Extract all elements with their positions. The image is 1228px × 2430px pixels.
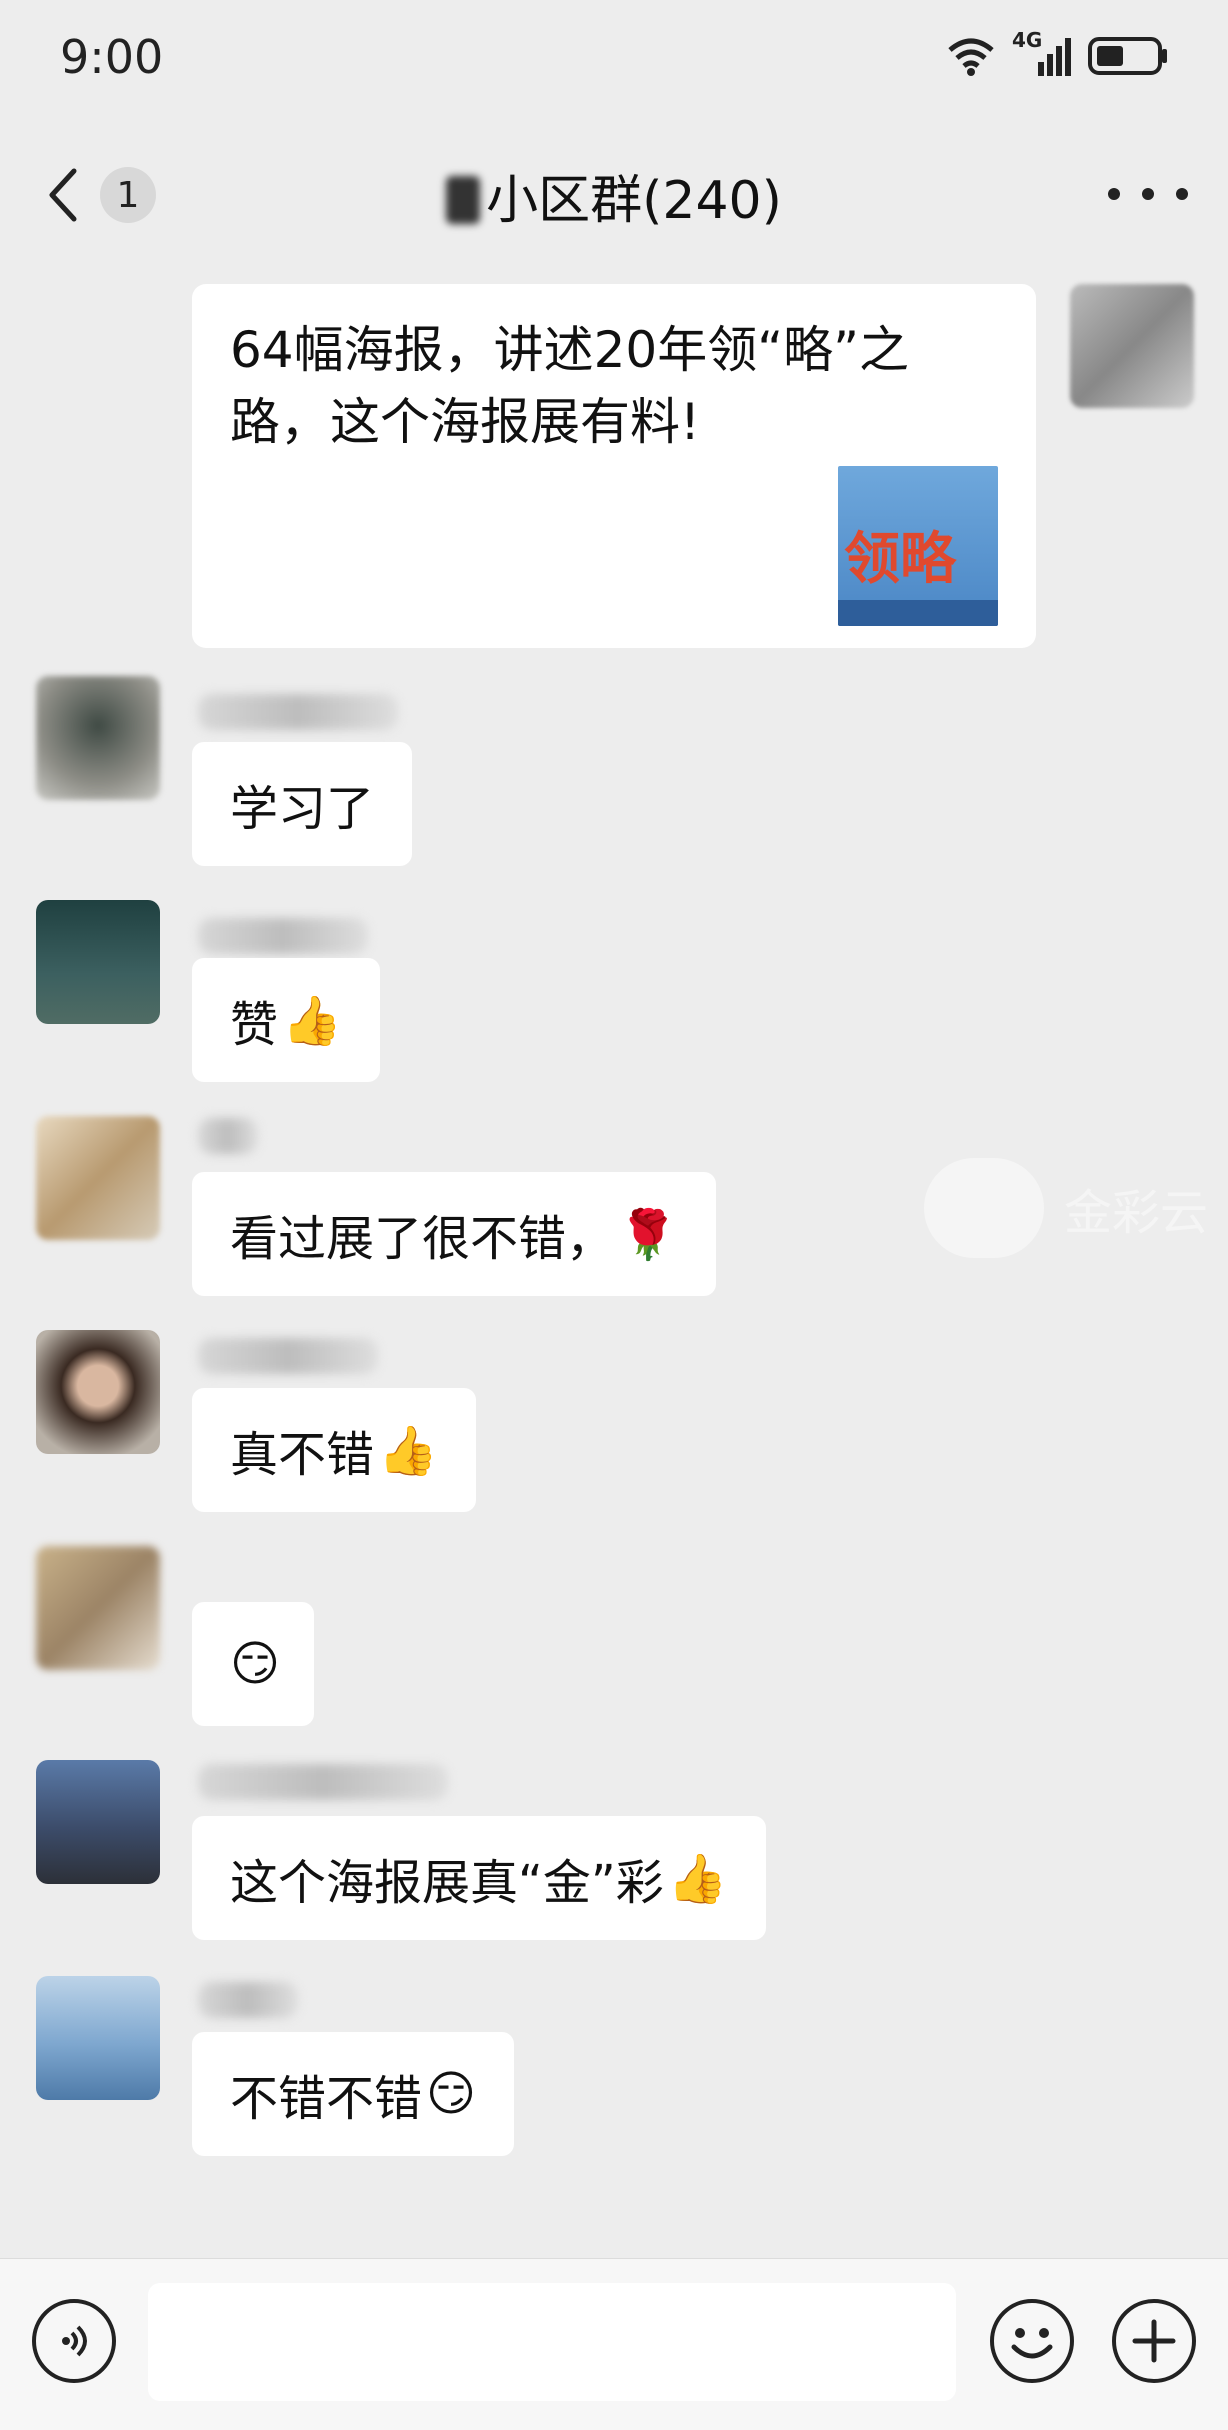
message-text: 看过展了很不错， xyxy=(230,1211,615,1267)
sender-name xyxy=(198,1982,298,2018)
avatar[interactable] xyxy=(36,1760,160,1884)
message-bubble[interactable]: 😏 xyxy=(192,1602,315,1726)
nav-bar: 1 小区群(240) xyxy=(0,130,1228,260)
thumbs-up-icon: 👍 xyxy=(378,1422,438,1479)
avatar[interactable] xyxy=(36,1976,160,2100)
message-bubble[interactable]: 看过展了很不错， 🌹 xyxy=(192,1172,716,1296)
message-bubble[interactable]: 学习了 xyxy=(192,742,413,866)
more-icon[interactable] xyxy=(1108,174,1188,214)
group-name: 小区群(240) xyxy=(486,171,782,231)
thumbnail-text: 领略 xyxy=(844,526,956,592)
sender-name xyxy=(198,918,368,954)
signal-icon: 4G xyxy=(1012,28,1072,78)
sender-name xyxy=(198,1338,378,1374)
sender-name xyxy=(198,1118,258,1154)
input-bar xyxy=(0,2258,1228,2430)
status-time: 9:00 xyxy=(60,30,164,84)
self-avatar[interactable] xyxy=(1070,284,1194,408)
wifi-icon xyxy=(948,38,994,76)
avatar[interactable] xyxy=(36,1546,160,1670)
message-text: 不错不错 xyxy=(230,2071,423,2127)
plus-icon[interactable] xyxy=(1112,2299,1196,2383)
message-bubble[interactable]: 不错不错 😏 xyxy=(192,2032,515,2156)
voice-icon[interactable] xyxy=(32,2299,116,2383)
link-card-title: 64幅海报，讲述20年领“略”之路，这个海报展有料! xyxy=(230,321,910,451)
thumbs-up-icon: 👍 xyxy=(667,1850,728,1907)
page-title: 小区群(240) xyxy=(0,158,1228,233)
sender-name xyxy=(198,1764,448,1800)
link-card[interactable]: 64幅海报，讲述20年领“略”之路，这个海报展有料! 领略 xyxy=(192,284,1036,648)
battery-icon xyxy=(1088,37,1167,75)
message-text: 这个海报展真“金”彩 xyxy=(230,1855,664,1911)
status-bar: 9:00 4G xyxy=(0,0,1228,120)
avatar[interactable] xyxy=(36,900,160,1024)
rose-icon: 🌹 xyxy=(618,1206,678,1263)
avatar[interactable] xyxy=(36,676,160,800)
status-icons: 4G xyxy=(946,28,1168,78)
message-input[interactable] xyxy=(148,2283,956,2401)
link-card-thumbnail: 领略 xyxy=(838,466,998,626)
emoji-icon[interactable] xyxy=(990,2299,1074,2383)
watermark-logo-icon xyxy=(924,1158,1044,1258)
avatar[interactable] xyxy=(36,1330,160,1454)
thumbs-up-icon: 👍 xyxy=(282,992,342,1049)
message-bubble[interactable]: 这个海报展真“金”彩 👍 xyxy=(192,1816,766,1940)
message-text: 真不错 xyxy=(230,1427,375,1483)
message-bubble[interactable]: 真不错 👍 xyxy=(192,1388,476,1512)
avatar[interactable] xyxy=(36,1116,160,1240)
smirk-666-icon: 😏 xyxy=(426,2066,477,2122)
message-bubble[interactable]: 赞 👍 xyxy=(192,958,380,1082)
watermark-text: 金彩云 xyxy=(1064,1185,1209,1241)
message-text: 学习了 xyxy=(230,781,375,837)
message-text: 赞 xyxy=(230,997,279,1053)
sender-name xyxy=(198,694,398,730)
watermark: 金彩云 xyxy=(924,1158,1208,1258)
smirk-666-icon: 😏 xyxy=(230,1636,281,1692)
